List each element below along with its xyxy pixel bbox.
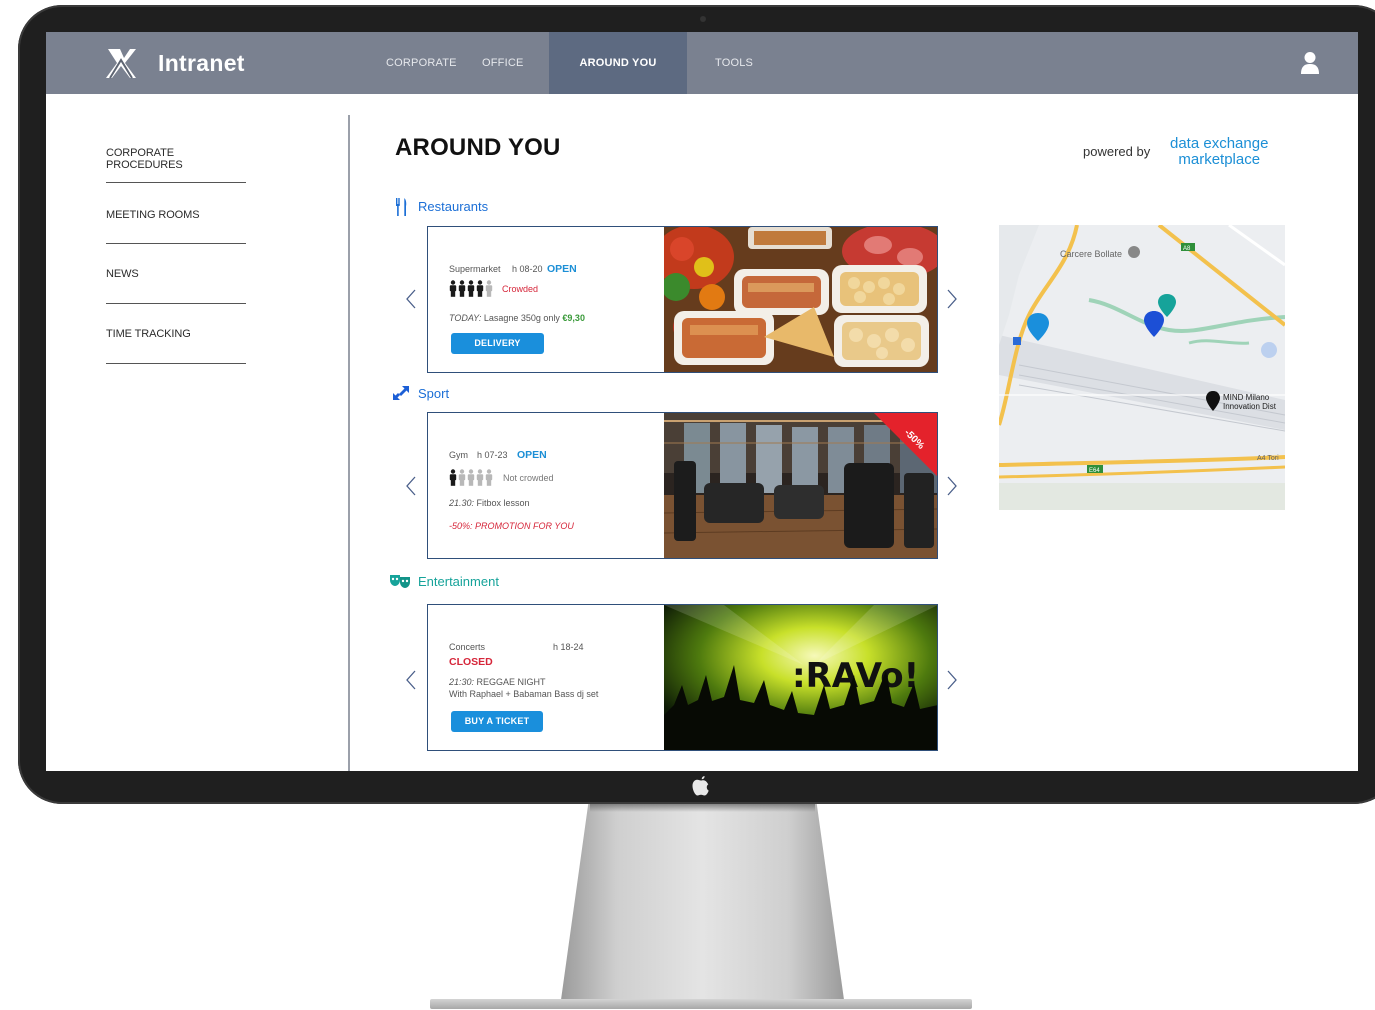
crowd-meter xyxy=(449,469,499,491)
buy-ticket-button[interactable]: BUY A TICKET xyxy=(451,711,543,732)
status-open: OPEN xyxy=(547,263,577,275)
place-name: Supermarket xyxy=(449,264,501,274)
person-icon xyxy=(476,469,484,486)
theater-masks-icon xyxy=(389,573,411,594)
sidebar-divider xyxy=(106,303,246,304)
crowd-meter xyxy=(449,280,499,302)
food-image xyxy=(654,227,937,372)
sidebar-divider-vertical xyxy=(348,115,350,771)
offer-line: TODAY: Lasagne 350g only €9,30 xyxy=(449,313,585,323)
event-text: Fitbox lesson xyxy=(474,498,530,508)
person-icon xyxy=(476,280,484,297)
offer-price: €9,30 xyxy=(562,313,585,323)
map-label-innovation: Innovation Dist xyxy=(1223,402,1277,411)
prev-arrow-entertainment[interactable] xyxy=(403,669,419,691)
crowd-people-icon xyxy=(449,280,493,297)
screen: Intranet CORPORATE OFFICE AROUND YOU TOO… xyxy=(46,32,1358,771)
person-icon xyxy=(458,469,466,486)
person-icon xyxy=(458,280,466,297)
sidebar-item-news[interactable]: NEWS xyxy=(106,268,246,280)
page-title: AROUND YOU xyxy=(395,134,561,161)
sidebar-divider xyxy=(106,243,246,244)
nav-corporate[interactable]: CORPORATE xyxy=(386,32,457,94)
partner-logo[interactable]: data exchange marketplace xyxy=(1170,136,1268,168)
section-title-restaurants: Restaurants xyxy=(418,199,489,214)
company-logo-icon xyxy=(104,46,138,80)
card-info-restaurants: Supermarket h 08-20 OPEN Crowded TODAY: … xyxy=(428,227,664,372)
monitor-stand xyxy=(560,802,845,1007)
offer-prefix: TODAY: xyxy=(449,313,482,323)
monitor-base xyxy=(430,999,972,1009)
cutlery-icon xyxy=(395,198,409,221)
section-title-entertainment: Entertainment xyxy=(418,574,499,589)
partner-logo-line1: data exchange xyxy=(1170,135,1269,152)
nav-around-you[interactable]: AROUND YOU xyxy=(549,32,687,94)
offer-text: Lasagne 350g only xyxy=(481,313,563,323)
sidebar-item-time-tracking[interactable]: TIME TRACKING xyxy=(106,328,246,340)
crowd-status: Not crowded xyxy=(503,473,554,483)
card-sport[interactable]: Gym h 07-23 OPEN Not crowded 21.30: Fitb… xyxy=(427,412,938,559)
sidebar-item-corporate-procedures[interactable]: CORPORATE PROCEDURES xyxy=(106,147,246,171)
person-icon xyxy=(485,280,493,297)
event-line: 21.30: Fitbox lesson xyxy=(449,498,530,508)
sidebar-divider xyxy=(106,182,246,183)
person-icon xyxy=(467,280,475,297)
prev-arrow-sport[interactable] xyxy=(403,475,419,497)
map-label-a8: A8 xyxy=(1183,246,1191,252)
sidebar-divider xyxy=(106,363,246,364)
person-icon xyxy=(467,469,475,486)
sidebar-item-meeting-rooms[interactable]: MEETING ROOMS xyxy=(106,209,246,221)
promo-text[interactable]: -50%: PROMOTION FOR YOU xyxy=(449,521,574,531)
next-arrow-sport[interactable] xyxy=(944,475,960,497)
event-detail: With Raphael + Babaman Bass dj set xyxy=(449,689,599,699)
card-info-sport: Gym h 07-23 OPEN Not crowded 21.30: Fitb… xyxy=(428,413,664,558)
monitor-camera xyxy=(700,16,706,22)
map-label-a4: A4 Tori xyxy=(1257,455,1279,462)
monitor-stand-shadow xyxy=(590,802,815,812)
gym-image: -50% xyxy=(663,413,937,558)
status-open: OPEN xyxy=(517,449,547,461)
person-icon xyxy=(485,469,493,486)
place-name: Gym xyxy=(449,450,468,460)
nav-tools[interactable]: TOOLS xyxy=(715,32,753,94)
opening-hours: h 07-23 xyxy=(477,450,508,460)
user-profile-icon[interactable] xyxy=(1300,51,1320,75)
card-entertainment[interactable]: Concerts h 18-24 CLOSED 21:30: REGGAE NI… xyxy=(427,604,938,751)
map-label-carcere: Carcere Bollate xyxy=(1060,249,1122,259)
next-arrow-entertainment[interactable] xyxy=(944,669,960,691)
brand-name[interactable]: Intranet xyxy=(158,50,245,77)
person-icon xyxy=(449,469,457,486)
event-time: 21:30: xyxy=(449,677,475,687)
event-time: 21.30: xyxy=(449,498,475,508)
expand-arrows-icon xyxy=(392,385,410,406)
delivery-button[interactable]: DELIVERY xyxy=(451,333,544,354)
map-widget[interactable]: Carcere Bollate MIND Milano Innovation D… xyxy=(999,225,1285,510)
status-closed: CLOSED xyxy=(449,656,493,668)
partner-logo-line2: marketplace xyxy=(1178,151,1261,168)
top-navbar: Intranet CORPORATE OFFICE AROUND YOU TOO… xyxy=(46,32,1358,94)
apple-logo-icon xyxy=(688,772,714,800)
prev-arrow-restaurants[interactable] xyxy=(403,288,419,310)
opening-hours: h 08-20 xyxy=(512,264,543,274)
opening-hours: h 18-24 xyxy=(553,642,584,652)
place-name: Concerts xyxy=(449,642,486,652)
card-restaurants[interactable]: Supermarket h 08-20 OPEN Crowded TODAY: … xyxy=(427,226,938,373)
event-line: 21:30: REGGAE NIGHT xyxy=(449,677,546,687)
concert-image: :RAVo! xyxy=(664,605,937,750)
section-title-sport: Sport xyxy=(418,386,450,401)
map-label-e64: E64 xyxy=(1089,468,1100,474)
map-label-mind: MIND Milano xyxy=(1223,393,1270,402)
nav-office[interactable]: OFFICE xyxy=(482,32,524,94)
crowd-people-icon xyxy=(449,469,493,486)
next-arrow-restaurants[interactable] xyxy=(944,288,960,310)
crowd-status: Crowded xyxy=(502,284,539,294)
event-text: REGGAE NIGHT xyxy=(474,677,546,687)
card-info-entertainment: Concerts h 18-24 CLOSED 21:30: REGGAE NI… xyxy=(428,605,664,750)
powered-by-label: powered by xyxy=(1083,144,1151,159)
person-icon xyxy=(449,280,457,297)
